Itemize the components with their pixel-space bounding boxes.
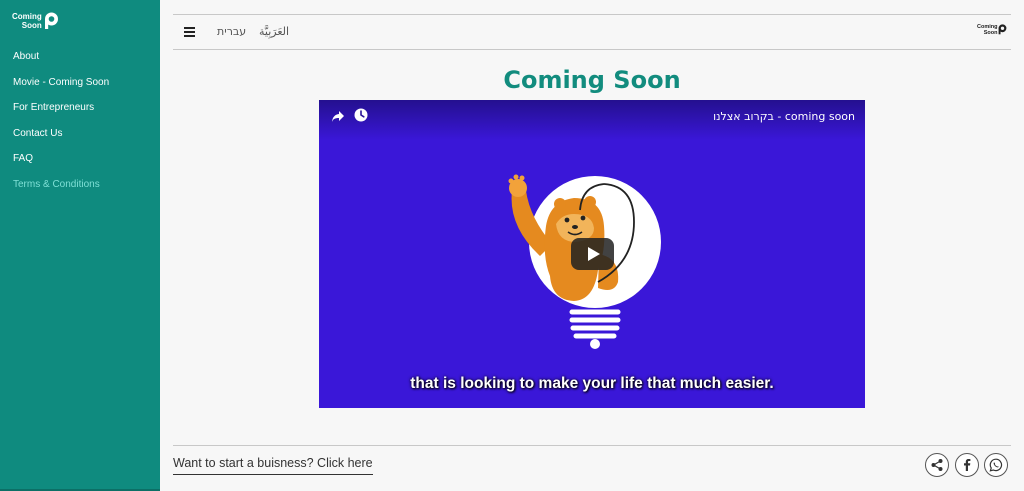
whatsapp-icon (989, 458, 1003, 472)
sidebar-item-entrepreneurs[interactable]: For Entrepreneurs (0, 95, 160, 121)
language-arabic-link[interactable]: العَرَبِيَّة (259, 25, 289, 38)
language-hebrew-link[interactable]: עברית (217, 25, 246, 38)
facebook-button[interactable] (955, 453, 979, 477)
facebook-icon (964, 459, 971, 471)
header-logo[interactable]: Coming Soon (977, 24, 1011, 38)
share-icon (931, 459, 943, 471)
sidebar-item-contact[interactable]: Contact Us (0, 121, 160, 147)
video-player[interactable]: בקרוב אצלנו - coming soon that is lookin… (319, 100, 865, 408)
video-share-icon[interactable] (331, 109, 345, 123)
whatsapp-button[interactable] (984, 453, 1008, 477)
sidebar-item-about[interactable]: About (0, 44, 160, 70)
share-button[interactable] (925, 453, 949, 477)
footer-divider (173, 445, 1011, 446)
video-title[interactable]: בקרוב אצלנו - coming soon (713, 110, 855, 123)
menu-icon[interactable] (184, 27, 195, 37)
start-business-link[interactable]: Want to start a buisness? Click here (173, 456, 373, 475)
header-logo-mark-icon (999, 24, 1007, 35)
video-subtitle: that is looking to make your life that m… (410, 375, 774, 392)
sidebar-item-faq[interactable]: FAQ (0, 146, 160, 172)
header-logo-text: Coming Soon (977, 24, 998, 36)
watch-later-icon[interactable] (354, 108, 368, 122)
top-header: עברית العَرَبِيَّة Coming Soon (173, 15, 1011, 50)
page-title: Coming Soon (503, 66, 681, 94)
logo-text: Coming Soon (12, 12, 42, 30)
sidebar-item-terms[interactable]: Terms & Conditions (0, 172, 160, 198)
logo-mark-icon (44, 12, 58, 29)
sidebar-item-movie[interactable]: Movie - Coming Soon (0, 70, 160, 96)
sidebar-logo[interactable]: Coming Soon (12, 12, 62, 34)
sidebar: Coming Soon About Movie - Coming Soon For… (0, 0, 160, 491)
main-content: עברית العَرَبِيَّة Coming Soon Coming Soo… (160, 0, 1024, 491)
play-button[interactable] (571, 238, 614, 270)
sidebar-nav: About Movie - Coming Soon For Entreprene… (0, 44, 160, 197)
